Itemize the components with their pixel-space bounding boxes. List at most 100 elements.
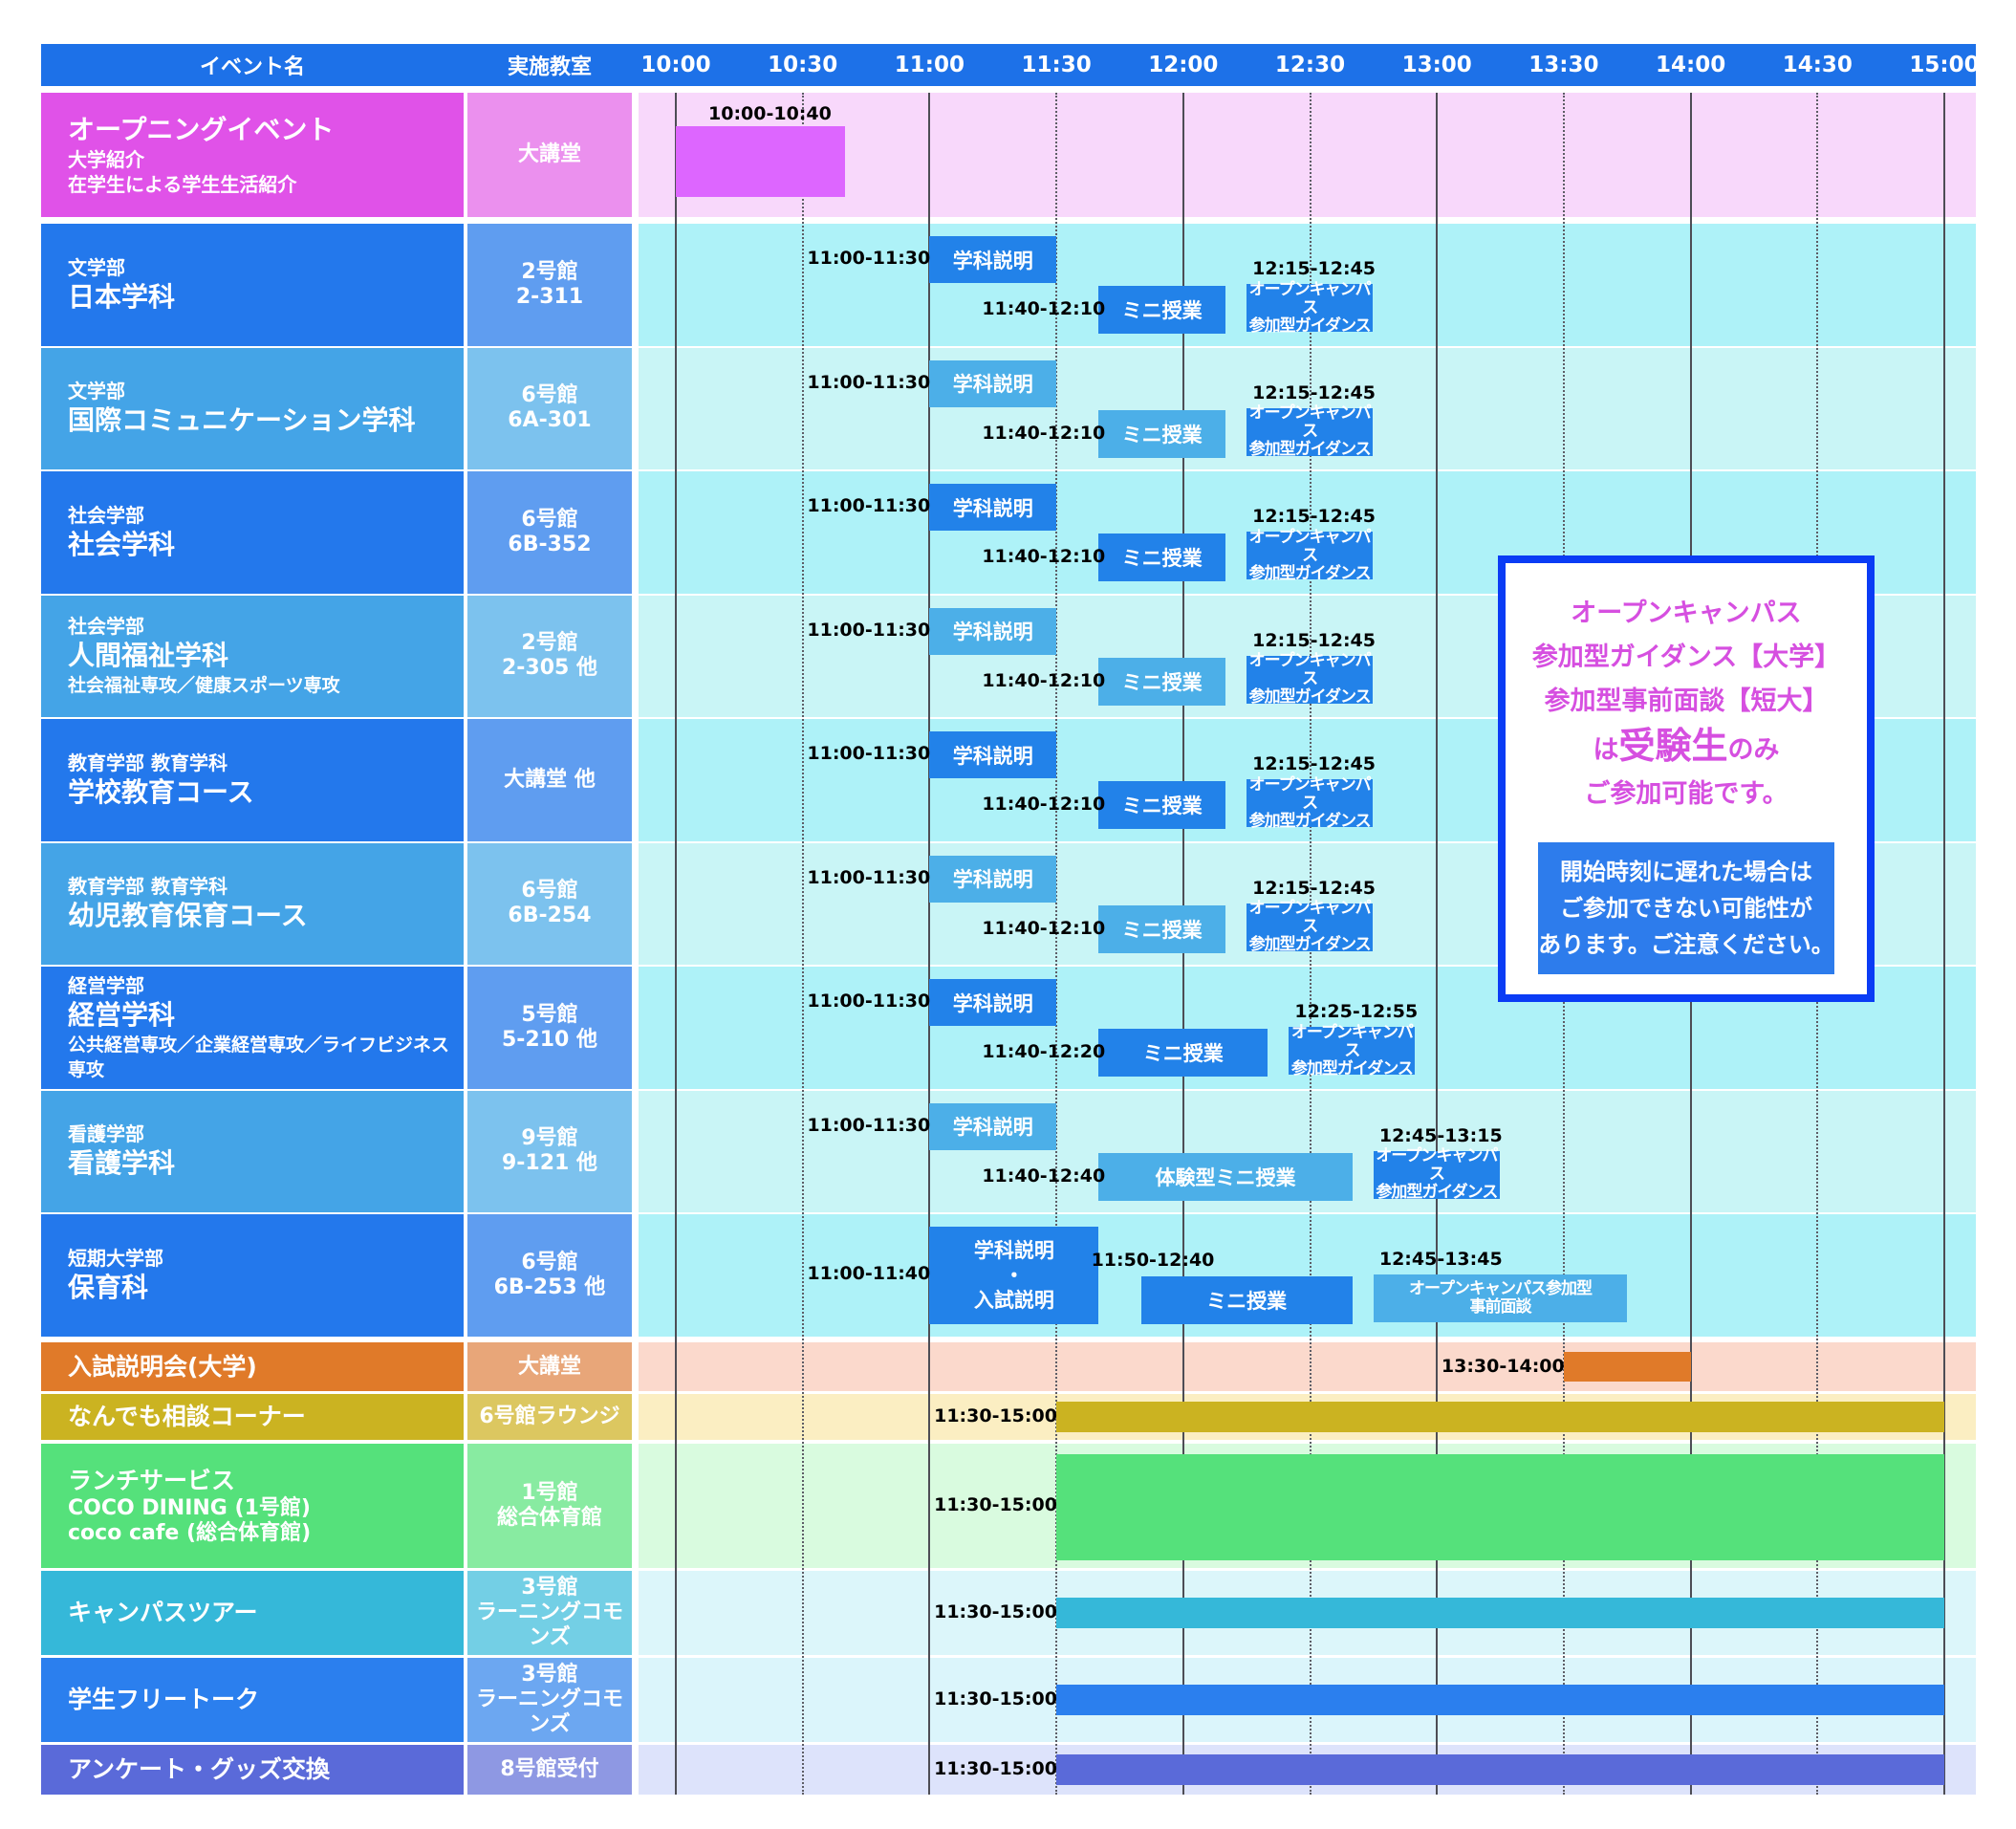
dept-room-line-1: 6号館 (521, 383, 578, 408)
dept-name: 看護学科 (68, 1147, 176, 1180)
dept-mini-class-block: ミニ授業 (1098, 657, 1226, 706)
lower-time-label-3: 11:30-15:00 (934, 1601, 1057, 1622)
dept-guidance-line-2: 参加型ガイダンス (1248, 316, 1372, 336)
notice-line-5: ご参加可能です。 (1584, 779, 1788, 809)
late-warning-line-1: 開始時刻に遅れた場合は (1559, 859, 1812, 885)
dept-faculty: 文学部 (68, 255, 125, 279)
dept-room-0: 2号館 2-311 (467, 224, 632, 346)
dept-room-6: 5号館 5-210 他 (467, 967, 632, 1089)
dept-name: 日本学科 (68, 280, 176, 313)
lower-title: アンケート・グッズ交換 (68, 1755, 331, 1783)
dept-guidance-line-2: 事前面談 (1469, 1297, 1532, 1317)
time-tick-1130: 11:30 (1021, 53, 1092, 77)
lower-time-label-5: 11:30-15:00 (934, 1758, 1057, 1779)
lower-bar-4 (1056, 1685, 1944, 1715)
dept-name: 幼児教育保育コース (68, 900, 308, 932)
lower-room-4: 3号館 ラーニングコモンズ (467, 1658, 632, 1742)
dept-guidance-line-2: 参加型ガイダンス (1248, 935, 1372, 954)
dept-room-line-2: 6A-301 (508, 408, 592, 433)
time-tick-1430: 14:30 (1782, 53, 1853, 77)
dept-explain-block: 学科説明 (929, 855, 1057, 903)
dept-explain-time: 11:00-11:30 (807, 866, 931, 888)
dept-name-5: 教育学部 教育学科 幼児教育保育コース (41, 842, 464, 965)
dept-room-line-2: 6B-254 (508, 904, 592, 928)
dept-explain-time: 11:00-11:30 (807, 991, 931, 1012)
lower-name-5: アンケート・グッズ交換 (41, 1745, 464, 1795)
dept-explain-block: 学科説明 (929, 731, 1057, 778)
dept-room-line-1: 6号館 (521, 1250, 578, 1274)
dept-room-7: 9号館 9-121 他 (467, 1090, 632, 1212)
dept-room-3: 2号館 2-305 他 (467, 595, 632, 717)
dept-guidance-line-1: オープンキャンパス (1248, 899, 1372, 936)
lower-room-line-1: 1号館 (521, 1481, 578, 1505)
dept-mini-class-time: 11:40-12:10 (982, 298, 1106, 319)
dept-guidance-time: 12:15-12:45 (1252, 753, 1376, 774)
dept-room-line-2: 2-311 (515, 284, 584, 309)
lower-room-line-1: 3号館 (521, 1663, 578, 1687)
dept-room-line-2: 2-305 他 (501, 656, 598, 681)
lower-name-1: なんでも相談コーナー (41, 1394, 464, 1440)
lower-title: なんでも相談コーナー (68, 1403, 306, 1430)
lower-bar-3 (1056, 1598, 1944, 1628)
lower-title: 学生フリートーク (68, 1686, 260, 1713)
lower-name-0: 入試説明会(大学) (41, 1342, 464, 1391)
dept-mini-class-time: 11:40-12:20 (982, 1041, 1106, 1062)
lower-room-1: 6号館ラウンジ (467, 1394, 632, 1440)
lower-name-2: ランチサービス COCO DINING (1号館) coco cafe (総合体育館… (41, 1444, 464, 1568)
dept-guidance-block: オープンキャンパス参加型 事前面談 (1373, 1274, 1628, 1322)
dept-mini-class-time: 11:40-12:10 (982, 794, 1106, 815)
dept-room-line-1: 6号館 (521, 879, 578, 904)
lower-time-label-4: 11:30-15:00 (934, 1688, 1057, 1709)
lower-room-line-2: ラーニングコモンズ (475, 1687, 623, 1736)
dept-explain-label-2: 入試説明 (973, 1289, 1054, 1312)
dept-name-8: 短期大学部 保育科 (41, 1214, 464, 1337)
dept-explain-block: 学科説明 (929, 484, 1057, 531)
time-tick-1300: 13:00 (1401, 53, 1472, 77)
dept-explain-label: 学科説明 (952, 1116, 1033, 1139)
notice-line-1: オープンキャンパス (1571, 599, 1802, 628)
lower-bar-2 (1056, 1453, 1944, 1560)
dept-guidance-line-1: オープンキャンパス (1248, 527, 1372, 565)
dept-explain-block: 学科説明 (929, 359, 1057, 407)
dept-room-line-2: 9-121 他 (501, 1151, 598, 1176)
dept-guidance-time: 12:15-12:45 (1252, 258, 1376, 279)
dept-mini-class-label: ミニ授業 (1121, 670, 1203, 694)
lower-room-label: 8号館受付 (500, 1757, 599, 1781)
grid-hour-line (928, 93, 931, 1795)
dept-mini-class-time: 11:40-12:10 (982, 917, 1106, 939)
room-column-header: 実施教室 (507, 55, 592, 79)
late-warning-line-3: あります。ご注意ください。 (1538, 931, 1834, 958)
dept-mini-class-label: ミニ授業 (1121, 918, 1203, 942)
opening-sub-2: 在学生による学生生活紹介 (68, 173, 297, 196)
dept-guidance-line-1: オープンキャンパス (1248, 651, 1372, 688)
dept-explain-label-1: 学科説明 (973, 1239, 1054, 1262)
dept-mini-class-time: 11:40-12:40 (982, 1165, 1106, 1187)
dept-explain-time: 11:00-11:30 (807, 248, 931, 269)
opening-room: 大講堂 (467, 93, 632, 217)
grid-hour-line (675, 93, 677, 1795)
dept-room-2: 6号館 6B-352 (467, 471, 632, 594)
dept-explain-label: 学科説明 (952, 744, 1033, 768)
dept-guidance-line-1: オープンキャンパス (1248, 279, 1372, 317)
dept-explain-block: 学科説明 (929, 1102, 1057, 1150)
dept-name-2: 社会学部 社会学科 (41, 471, 464, 594)
lower-room-2: 1号館 総合体育館 (467, 1444, 632, 1568)
dept-name-3: 社会学部 人間福祉学科 社会福祉専攻／健康スポーツ専攻 (41, 595, 464, 717)
lower-room-line-1: 3号館 (521, 1576, 578, 1600)
dept-room-4: 大講堂 他 (467, 719, 632, 841)
lower-room-3: 3号館 ラーニングコモンズ (467, 1571, 632, 1655)
dept-guidance-time: 12:15-12:45 (1252, 877, 1376, 899)
dept-name: 人間福祉学科 (68, 640, 229, 672)
dept-explain-dot: ・ (1004, 1264, 1025, 1287)
dept-room-5: 6号館 6B-254 (467, 842, 632, 965)
dept-mini-class-time: 11:40-12:10 (982, 669, 1106, 691)
dept-room-line-1: 5号館 (521, 1002, 578, 1027)
dept-guidance-line-2: 参加型ガイダンス (1376, 1183, 1498, 1202)
dept-guidance-block: オープンキャンパス 参加型ガイダンス (1246, 900, 1374, 954)
dept-extra: 公共経営専攻／企業経営専攻／ライフビジネス専攻 (68, 1034, 450, 1080)
dept-guidance-block: オープンキャンパス 参加型ガイダンス (1246, 279, 1374, 335)
dept-mini-class-time: 11:40-12:10 (982, 422, 1106, 444)
dept-name-1: 文学部 国際コミュニケーション学科 (41, 347, 464, 469)
dept-guidance-block: オープンキャンパス 参加型ガイダンス (1373, 1147, 1500, 1202)
dept-name: 国際コミュニケーション学科 (68, 404, 416, 437)
